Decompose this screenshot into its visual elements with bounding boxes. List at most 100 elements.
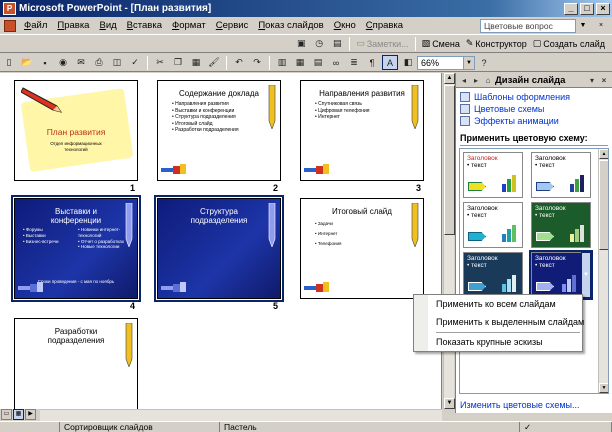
table-icon[interactable]: ▦ xyxy=(292,55,308,70)
color-schemes-link[interactable]: Цветовые схемы xyxy=(460,103,608,115)
scroll-thumb[interactable] xyxy=(444,85,455,235)
standard-toolbar: ▯ 📂 ▪ ◉ ✉ ⎙ ◫ ✓ ✂ ❐ ▦ 🖌 ↶ ↷ ▥ ▦ ▤ ∞ ≣ ¶ … xyxy=(0,54,612,72)
scheme-dropdown-icon[interactable]: ▼ xyxy=(581,252,591,298)
show-formatting-icon[interactable]: ¶ xyxy=(364,55,380,70)
print-icon[interactable]: ⎙ xyxy=(91,55,107,70)
help-question-input[interactable]: Цветовые вопрос xyxy=(480,18,576,33)
scheme-bar-chart xyxy=(570,174,584,192)
undo-icon[interactable]: ↶ xyxy=(231,55,247,70)
design-templates-link[interactable]: Шаблоны оформления xyxy=(460,91,608,103)
copy-icon[interactable]: ❐ xyxy=(170,55,186,70)
grayscale-icon[interactable]: ◧ xyxy=(400,55,416,70)
show-large-previews-item[interactable]: Показать крупные эскизы xyxy=(428,334,582,350)
color-scheme-4[interactable]: Заголовок текст xyxy=(531,202,591,248)
horizontal-scrollbar[interactable] xyxy=(40,409,442,421)
color-scheme-1[interactable]: Заголовок текст xyxy=(463,152,523,198)
menu-view[interactable]: Вид xyxy=(94,20,121,31)
paste-icon[interactable]: ▦ xyxy=(188,55,204,70)
scroll-up-icon[interactable]: ▲ xyxy=(599,149,608,159)
slide-thumbnail-3[interactable]: Направления развития Спутниковая связь Ц… xyxy=(300,80,424,181)
powerpoint-app-icon[interactable]: P xyxy=(3,2,16,15)
color-scheme-5[interactable]: Заголовок текст xyxy=(463,252,523,298)
scroll-thumb[interactable] xyxy=(599,160,608,250)
spelling-icon[interactable]: ✓ xyxy=(127,55,143,70)
apply-to-all-slides-item[interactable]: Применить ко всем слайдам xyxy=(428,295,582,313)
forward-icon[interactable]: ▸ xyxy=(471,76,481,85)
new-slide-icon: ▢ xyxy=(532,38,542,48)
spelling-status-icon[interactable]: ✓ xyxy=(520,422,612,432)
new-icon[interactable]: ▯ xyxy=(1,55,17,70)
slide-thumbnail-5[interactable]: Структура подразделения xyxy=(154,195,284,302)
minimize-button[interactable]: _ xyxy=(564,2,578,15)
menu-file[interactable]: Файл xyxy=(19,20,52,31)
notes-button[interactable]: ▭ Заметки... xyxy=(356,38,408,49)
menu-tools[interactable]: Сервис xyxy=(211,20,254,31)
pencil-icon xyxy=(268,203,276,247)
open-icon[interactable]: 📂 xyxy=(19,55,35,70)
summary-slide-icon[interactable]: ▤ xyxy=(329,36,345,51)
animation-schemes-link[interactable]: Эффекты анимации xyxy=(460,115,608,127)
task-pane-title: Дизайн слайда xyxy=(495,74,566,86)
cut-icon[interactable]: ✂ xyxy=(152,55,168,70)
menu-format[interactable]: Формат xyxy=(167,20,211,31)
slide-thumbnail-7[interactable]: Разработки подразделения xyxy=(14,318,138,409)
save-icon[interactable]: ▪ xyxy=(37,55,53,70)
chart-icon[interactable]: ▥ xyxy=(274,55,290,70)
animation-star-icon xyxy=(460,116,470,126)
slide-thumbnail-4[interactable]: Выставки и конференции Форумы Выставки Б… xyxy=(11,195,141,302)
help-dropdown-icon[interactable]: ▼ xyxy=(578,22,588,29)
color-scheme-6[interactable]: Заголовок текст ▼ xyxy=(529,250,593,300)
expand-icon[interactable]: ≣ xyxy=(346,55,362,70)
rehearse-timings-icon[interactable]: ◷ xyxy=(311,36,327,51)
email-icon[interactable]: ✉ xyxy=(73,55,89,70)
hyperlink-icon[interactable]: ∞ xyxy=(328,55,344,70)
chevron-down-icon[interactable]: ▾ xyxy=(587,76,597,85)
scheme-arrow-shape xyxy=(468,182,486,191)
home-icon[interactable]: ⌂ xyxy=(483,76,493,85)
format-painter-icon[interactable]: 🖌 xyxy=(206,55,222,70)
redo-icon[interactable]: ↷ xyxy=(249,55,265,70)
scroll-down-icon[interactable]: ▼ xyxy=(599,383,608,393)
slide-sorter[interactable]: План развития Отдел информационных техно… xyxy=(0,73,442,409)
hide-slide-icon[interactable]: ▣ xyxy=(293,36,309,51)
menu-slideshow[interactable]: Показ слайдов xyxy=(253,20,328,31)
menu-help[interactable]: Справка xyxy=(361,20,408,31)
slide-thumbnail-2[interactable]: Содержание доклада Направления развития … xyxy=(157,80,281,181)
menu-insert[interactable]: Вставка xyxy=(122,20,167,31)
show-formatting-text-icon[interactable]: A xyxy=(382,55,398,70)
chevron-down-icon: ▼ xyxy=(463,56,474,69)
tables-borders-icon[interactable]: ▤ xyxy=(310,55,326,70)
slideshow-view-icon[interactable]: ▶ xyxy=(25,409,36,420)
edit-color-schemes-link[interactable]: Изменить цветовые схемы... xyxy=(460,400,579,410)
sorter-scrollbar[interactable]: ▲ ▼ xyxy=(443,73,455,409)
document-icon[interactable] xyxy=(4,19,16,32)
back-icon[interactable]: ◂ xyxy=(459,76,469,85)
scheme-scrollbar[interactable]: ▲ ▼ xyxy=(598,149,608,393)
scroll-up-icon[interactable]: ▲ xyxy=(444,73,455,84)
close-icon[interactable]: × xyxy=(599,76,609,85)
slide-3-title: Направления развития xyxy=(319,89,405,98)
menu-edit[interactable]: Правка xyxy=(52,20,94,31)
window-title: Microsoft PowerPoint - [План развития] xyxy=(19,3,212,14)
normal-view-icon[interactable]: ▭ xyxy=(1,409,12,420)
document-close-button[interactable]: × xyxy=(596,22,606,29)
print-preview-icon[interactable]: ◫ xyxy=(109,55,125,70)
designer-button[interactable]: ✎ Конструктор xyxy=(466,38,527,49)
color-scheme-gallery[interactable]: Заголовок текст Заголовок текст Заголово… xyxy=(459,148,609,394)
slide-thumbnail-6[interactable]: Итоговый слайд Задачи Интернет Телефония xyxy=(300,198,424,299)
slide-sorter-view-icon[interactable]: ▦ xyxy=(13,409,24,420)
color-scheme-2[interactable]: Заголовок текст xyxy=(531,152,591,198)
color-scheme-3[interactable]: Заголовок текст xyxy=(463,202,523,248)
new-slide-button[interactable]: ▢ Создать слайд xyxy=(533,38,605,49)
help-button[interactable]: ? xyxy=(476,55,492,70)
scroll-down-icon[interactable]: ▼ xyxy=(444,398,455,409)
scheme-bar-chart xyxy=(570,224,584,242)
transition-button[interactable]: ▧ Смена xyxy=(422,38,460,49)
maximize-button[interactable]: □ xyxy=(580,2,594,15)
close-button[interactable]: × xyxy=(596,2,610,15)
apply-to-selected-slides-item[interactable]: Применить к выделенным слайдам xyxy=(428,313,584,331)
menu-window[interactable]: Окно xyxy=(329,20,361,31)
zoom-select[interactable]: 66% ▼ xyxy=(417,55,475,70)
permission-icon[interactable]: ◉ xyxy=(55,55,71,70)
slide-thumbnail-1[interactable]: План развития Отдел информационных техно… xyxy=(14,80,138,181)
